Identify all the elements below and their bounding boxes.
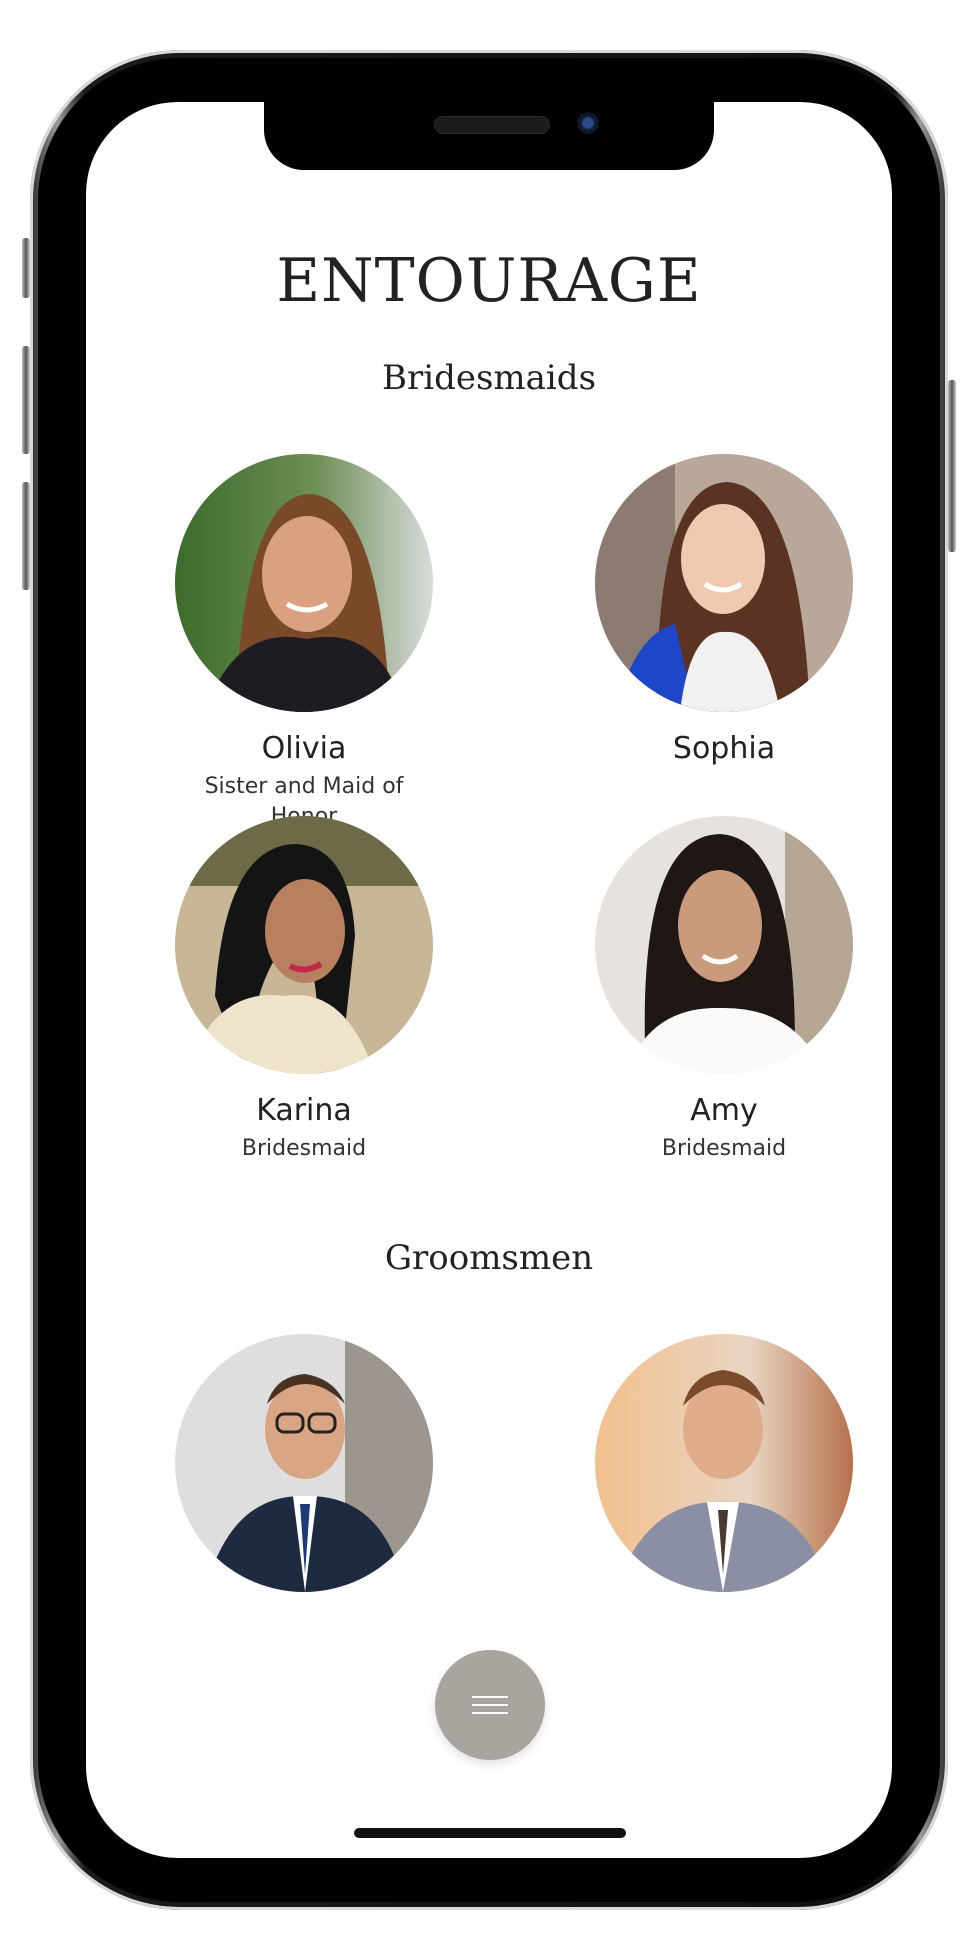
menu-icon [472,1690,508,1720]
avatar [595,454,853,712]
member-card-amy[interactable]: Amy Bridesmaid [574,816,874,1164]
member-card-groomsman-1[interactable] [154,1334,454,1592]
section-title-bridesmaids: Bridesmaids [381,358,597,398]
member-role: Bridesmaid [241,1136,367,1161]
member-card-sophia[interactable]: Sophia [574,454,874,772]
volume-up-button [22,346,30,454]
member-card-olivia[interactable]: Olivia Sister and Maid of Honor [154,454,454,832]
speaker-grille [434,116,550,134]
member-card-groomsman-2[interactable] [574,1334,874,1592]
silent-switch [22,238,30,298]
member-name: Olivia [261,731,347,766]
volume-down-button [22,482,30,590]
menu-button[interactable] [435,1650,545,1760]
avatar [175,454,433,712]
member-name: Amy [690,1093,758,1128]
section-title-groomsmen: Groomsmen [384,1238,594,1278]
member-card-karina[interactable]: Karina Bridesmaid [154,816,454,1164]
power-button [948,380,956,552]
avatar [175,1334,433,1592]
member-role: Bridesmaid [661,1136,787,1161]
avatar [595,1334,853,1592]
avatar [595,816,853,1074]
home-indicator[interactable] [354,1828,626,1838]
avatar [175,816,433,1074]
page-title: ENTOURAGE [276,246,702,316]
member-name: Karina [256,1093,352,1128]
notch [264,102,714,170]
front-camera [577,112,599,134]
screen: ENTOURAGE Bridesmaids Olivia Sister and … [86,102,892,1858]
member-name: Sophia [672,731,776,766]
